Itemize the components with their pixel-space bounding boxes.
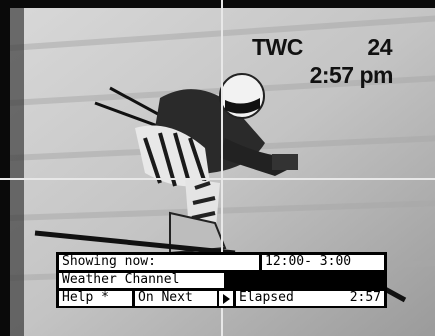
program-time-range: 12:00- 3:00: [262, 255, 384, 270]
elapsed-indicator: Elapsed 2:57: [236, 291, 384, 306]
play-arrow-icon[interactable]: [219, 291, 233, 306]
channel-indicator: TWC 24: [252, 34, 392, 61]
tv-screen: TWC 24 2:57 pm Showing now: 12:00- 3:00 …: [0, 0, 435, 336]
clock-display: 2:57 pm: [309, 62, 394, 88]
showing-now-label: Showing now:: [59, 255, 259, 270]
help-button[interactable]: Help *: [59, 291, 132, 306]
play-arrow-glyph: [222, 293, 230, 304]
program-info-bar: Showing now: 12:00- 3:00 Weather Channel…: [56, 252, 387, 308]
channel-number: 24: [367, 34, 392, 60]
channel-name: TWC: [252, 34, 303, 60]
on-next-button[interactable]: On Next: [135, 291, 217, 306]
grid-line-horizontal: [0, 178, 435, 180]
elapsed-label: Elapsed: [239, 291, 294, 305]
program-title: Weather Channel: [59, 273, 224, 288]
elapsed-value: 2:57: [349, 291, 381, 305]
